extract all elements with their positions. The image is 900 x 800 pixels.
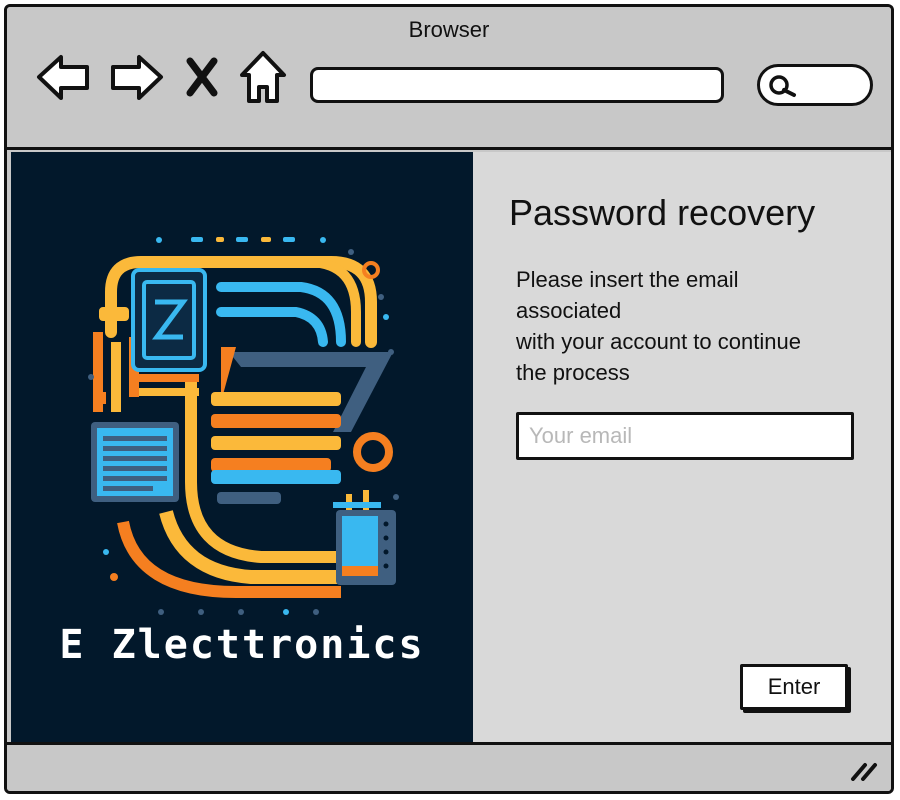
page-viewport: E Zlecttronics Password recovery Please … (11, 152, 891, 747)
close-icon (186, 57, 218, 97)
page-title: Password recovery (509, 192, 816, 233)
brand-panel: E Zlecttronics (11, 152, 473, 747)
forward-arrow-icon (111, 55, 163, 100)
home-icon (240, 51, 286, 103)
browser-window: Browser E Zlecttronics Password recovery… (4, 4, 894, 794)
form-description: Please insert the email associated with … (516, 264, 886, 388)
description-line: Please insert the email (516, 267, 739, 292)
home-button[interactable] (235, 47, 291, 107)
brand-name: E Zlecttronics (59, 622, 425, 668)
search-button[interactable] (757, 64, 873, 106)
search-icon (769, 75, 796, 97)
address-bar[interactable] (310, 67, 724, 103)
forward-button[interactable] (109, 47, 165, 107)
description-line: associated (516, 298, 622, 323)
stop-button[interactable] (179, 47, 225, 107)
enter-button[interactable]: Enter (740, 664, 848, 710)
description-line: with your account to continue (516, 329, 801, 354)
resize-handle-icon[interactable] (849, 759, 879, 781)
brand-logo (88, 237, 399, 615)
browser-statusbar (7, 742, 891, 791)
description-line: the process (516, 360, 630, 385)
back-button[interactable] (35, 47, 91, 107)
email-field[interactable] (516, 412, 854, 460)
password-recovery-form: Password recovery Please insert the emai… (473, 152, 891, 747)
window-title: Browser (408, 17, 490, 42)
browser-toolbar: Browser (7, 7, 891, 150)
back-arrow-icon (37, 55, 89, 100)
